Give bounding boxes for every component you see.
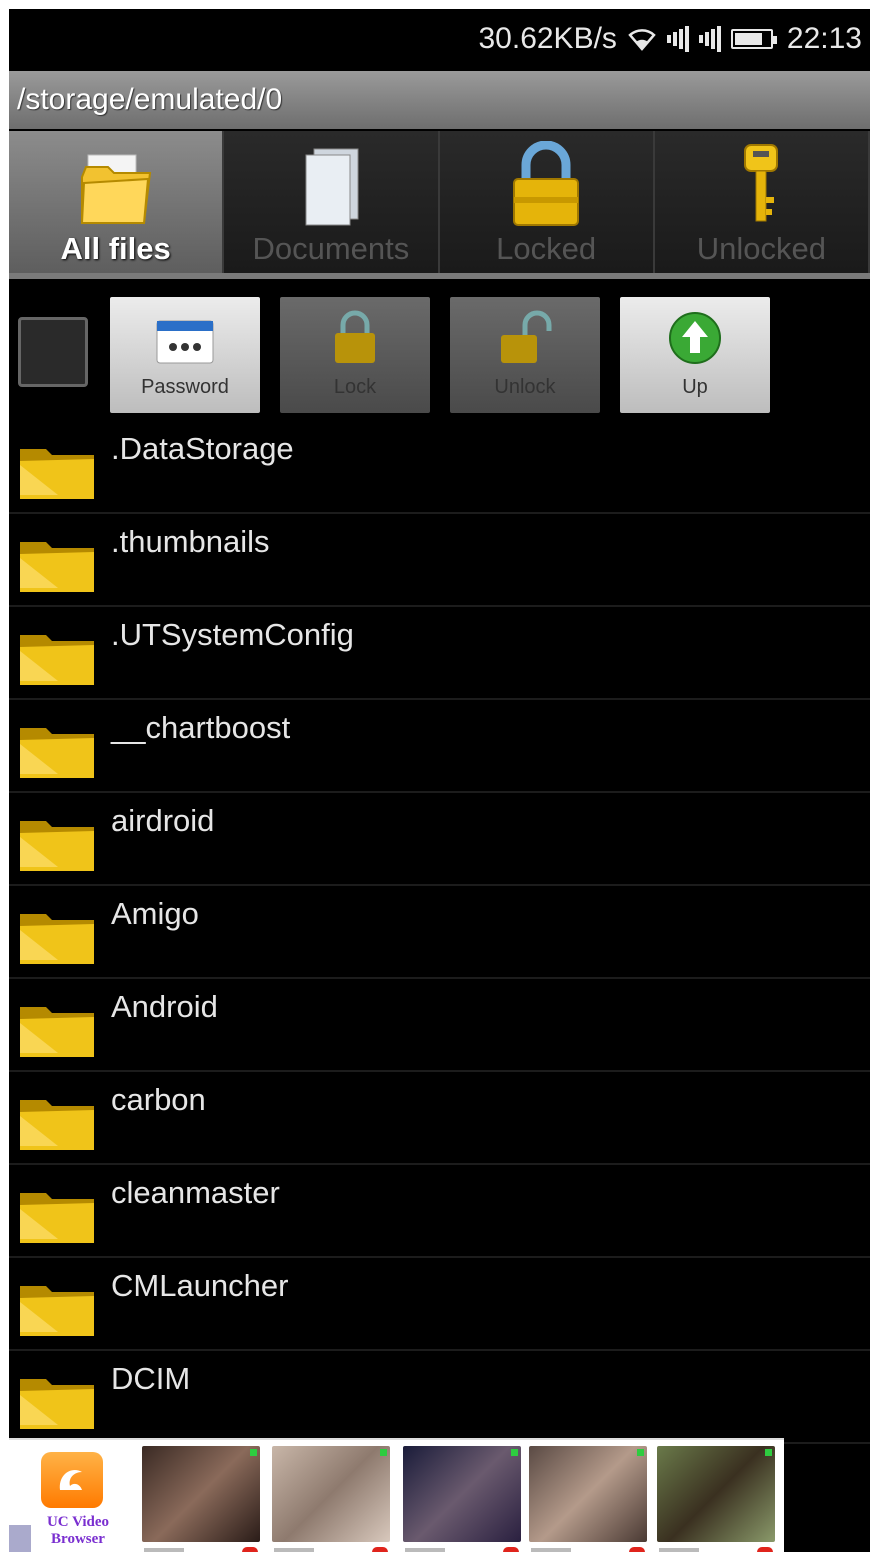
lock-button[interactable]: Lock — [280, 297, 430, 413]
list-item[interactable]: Android — [9, 979, 870, 1072]
file-name: DCIM — [111, 1361, 191, 1396]
password-label: Password — [141, 376, 229, 398]
file-list: .DataStorage .thumbnails .UTSystemConfig… — [9, 421, 870, 1444]
file-name: Android — [111, 989, 218, 1024]
list-item[interactable]: __chartboost — [9, 700, 870, 793]
file-name: __chartboost — [111, 710, 291, 745]
file-name: cleanmaster — [111, 1175, 280, 1210]
folder-icon — [18, 908, 96, 971]
phone-screen: 30.62KB/s 22:13 /storage/emulated/0 All … — [9, 9, 870, 1552]
file-name: .UTSystemConfig — [111, 617, 354, 652]
lock-icon — [331, 309, 379, 370]
ad-thumbnail-meta — [403, 1544, 521, 1552]
tab-label: Unlocked — [696, 231, 826, 266]
folder-icon — [18, 443, 96, 506]
list-item[interactable]: CMLauncher — [9, 1258, 870, 1351]
battery-icon — [730, 29, 777, 49]
heart-icon — [242, 1547, 258, 1552]
folder-icon — [18, 722, 96, 785]
folder-icon — [18, 629, 96, 692]
tab-label: Documents — [252, 231, 410, 266]
folder-icon — [18, 1187, 96, 1250]
up-label: Up — [682, 376, 708, 398]
category-tabs: All files Documents Locked Unlocked — [9, 131, 870, 279]
folder-icon — [18, 1094, 96, 1157]
list-item[interactable]: .thumbnails — [9, 514, 870, 607]
folder-icon — [18, 1373, 96, 1436]
password-button[interactable]: Password — [110, 297, 260, 413]
ad-app-name: UC Video Browser — [46, 1514, 110, 1547]
status-bar: 30.62KB/s 22:13 — [9, 9, 870, 69]
tab-label: Locked — [496, 231, 597, 266]
folder-icon — [76, 139, 156, 227]
file-name: CMLauncher — [111, 1268, 289, 1303]
ad-thumbnail-meta — [529, 1544, 647, 1552]
list-item[interactable]: DCIM — [9, 1351, 870, 1444]
ad-banner[interactable]: UC Video Browser — [9, 1438, 784, 1552]
select-all-checkbox[interactable] — [18, 317, 88, 387]
uc-browser-logo — [41, 1452, 103, 1508]
list-item[interactable]: .UTSystemConfig — [9, 607, 870, 700]
clock: 22:13 — [786, 22, 862, 55]
list-item[interactable]: carbon — [9, 1072, 870, 1165]
ad-thumbnail-meta — [272, 1544, 390, 1552]
action-toolbar: Password Lock Unlock Up — [9, 287, 870, 413]
file-name: carbon — [111, 1082, 206, 1117]
file-name: .thumbnails — [111, 524, 270, 559]
list-item[interactable]: cleanmaster — [9, 1165, 870, 1258]
file-name: airdroid — [111, 803, 215, 838]
heart-icon — [503, 1547, 519, 1552]
ad-thumbnail[interactable] — [657, 1446, 775, 1542]
unlock-icon — [497, 309, 553, 370]
ad-thumbnail[interactable] — [403, 1446, 521, 1542]
ad-thumbnail[interactable] — [529, 1446, 647, 1542]
heart-icon — [757, 1547, 773, 1552]
lock-icon — [506, 139, 586, 227]
unlock-label: Unlock — [494, 376, 556, 398]
wifi-icon — [627, 27, 657, 51]
tab-all-files[interactable]: All files — [9, 131, 225, 273]
ad-info-icon[interactable] — [9, 1525, 31, 1552]
up-button[interactable]: Up — [620, 297, 770, 413]
current-path: /storage/emulated/0 — [9, 71, 870, 129]
tab-unlocked[interactable]: Unlocked — [654, 131, 870, 273]
tab-documents[interactable]: Documents — [224, 131, 440, 273]
list-item[interactable]: airdroid — [9, 793, 870, 886]
file-name: Amigo — [111, 896, 199, 931]
signal-icon — [666, 26, 689, 52]
ad-thumbnail-meta — [142, 1544, 260, 1552]
unlock-button[interactable]: Unlock — [450, 297, 600, 413]
folder-icon — [18, 1280, 96, 1343]
file-name: .DataStorage — [111, 431, 294, 466]
heart-icon — [372, 1547, 388, 1552]
ad-thumbnail-meta — [657, 1544, 775, 1552]
ad-thumbnail[interactable] — [142, 1446, 260, 1542]
folder-icon — [18, 1001, 96, 1064]
documents-icon — [291, 139, 371, 227]
tab-label: All files — [60, 231, 171, 266]
ad-thumbnail[interactable] — [272, 1446, 390, 1542]
network-speed: 30.62KB/s — [478, 22, 617, 55]
signal-icon — [698, 26, 721, 52]
list-item[interactable]: .DataStorage — [9, 421, 870, 514]
key-icon — [721, 139, 801, 227]
password-icon — [155, 319, 215, 370]
list-item[interactable]: Amigo — [9, 886, 870, 979]
folder-icon — [18, 815, 96, 878]
folder-icon — [18, 536, 96, 599]
arrow-up-icon — [668, 311, 722, 370]
tab-locked[interactable]: Locked — [439, 131, 655, 273]
lock-label: Lock — [333, 376, 377, 398]
heart-icon — [629, 1547, 645, 1552]
